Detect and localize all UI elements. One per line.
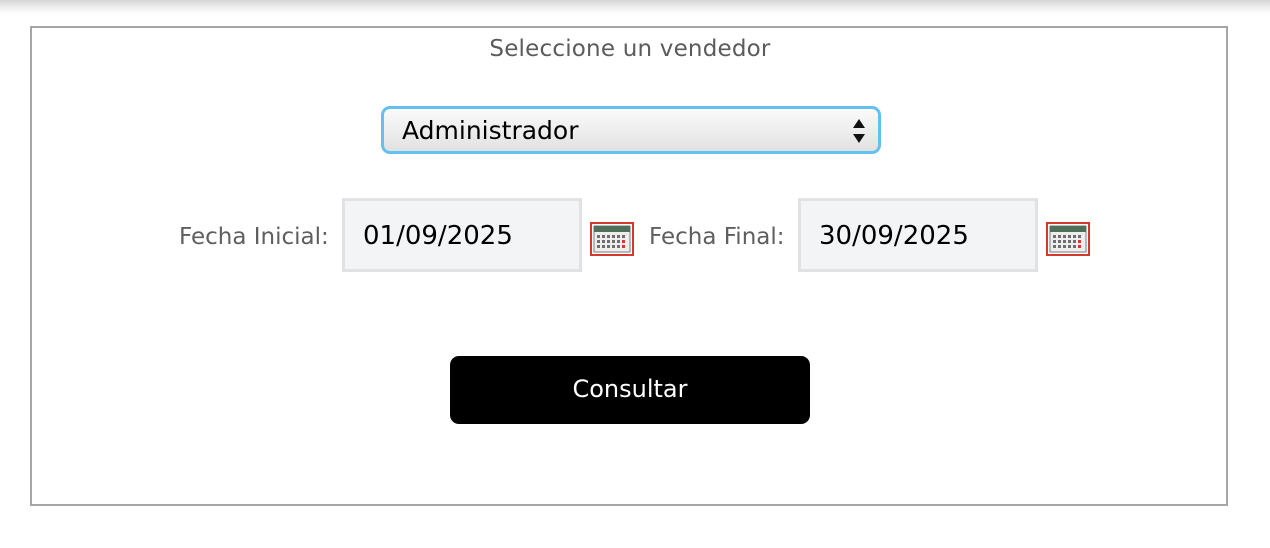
end-date-label: Fecha Final:: [649, 224, 785, 250]
vendor-select-value: Administrador: [402, 116, 579, 145]
up-down-arrows-icon: [853, 119, 865, 143]
vendor-query-panel: Seleccione un vendedor Administrador Fec…: [30, 26, 1228, 506]
start-date-label: Fecha Inicial:: [179, 224, 329, 250]
vendor-select[interactable]: Administrador: [381, 106, 881, 154]
calendar-icon[interactable]: [590, 222, 634, 256]
end-date-input[interactable]: 30/09/2025: [798, 198, 1038, 272]
start-date-value: 01/09/2025: [363, 221, 513, 251]
consultar-button[interactable]: Consultar: [450, 356, 810, 424]
end-date-value: 30/09/2025: [819, 221, 969, 251]
calendar-icon[interactable]: [1046, 222, 1090, 256]
start-date-input[interactable]: 01/09/2025: [342, 198, 582, 272]
panel-title: Seleccione un vendedor: [489, 36, 771, 62]
top-shadow-bar: [0, 0, 1270, 14]
